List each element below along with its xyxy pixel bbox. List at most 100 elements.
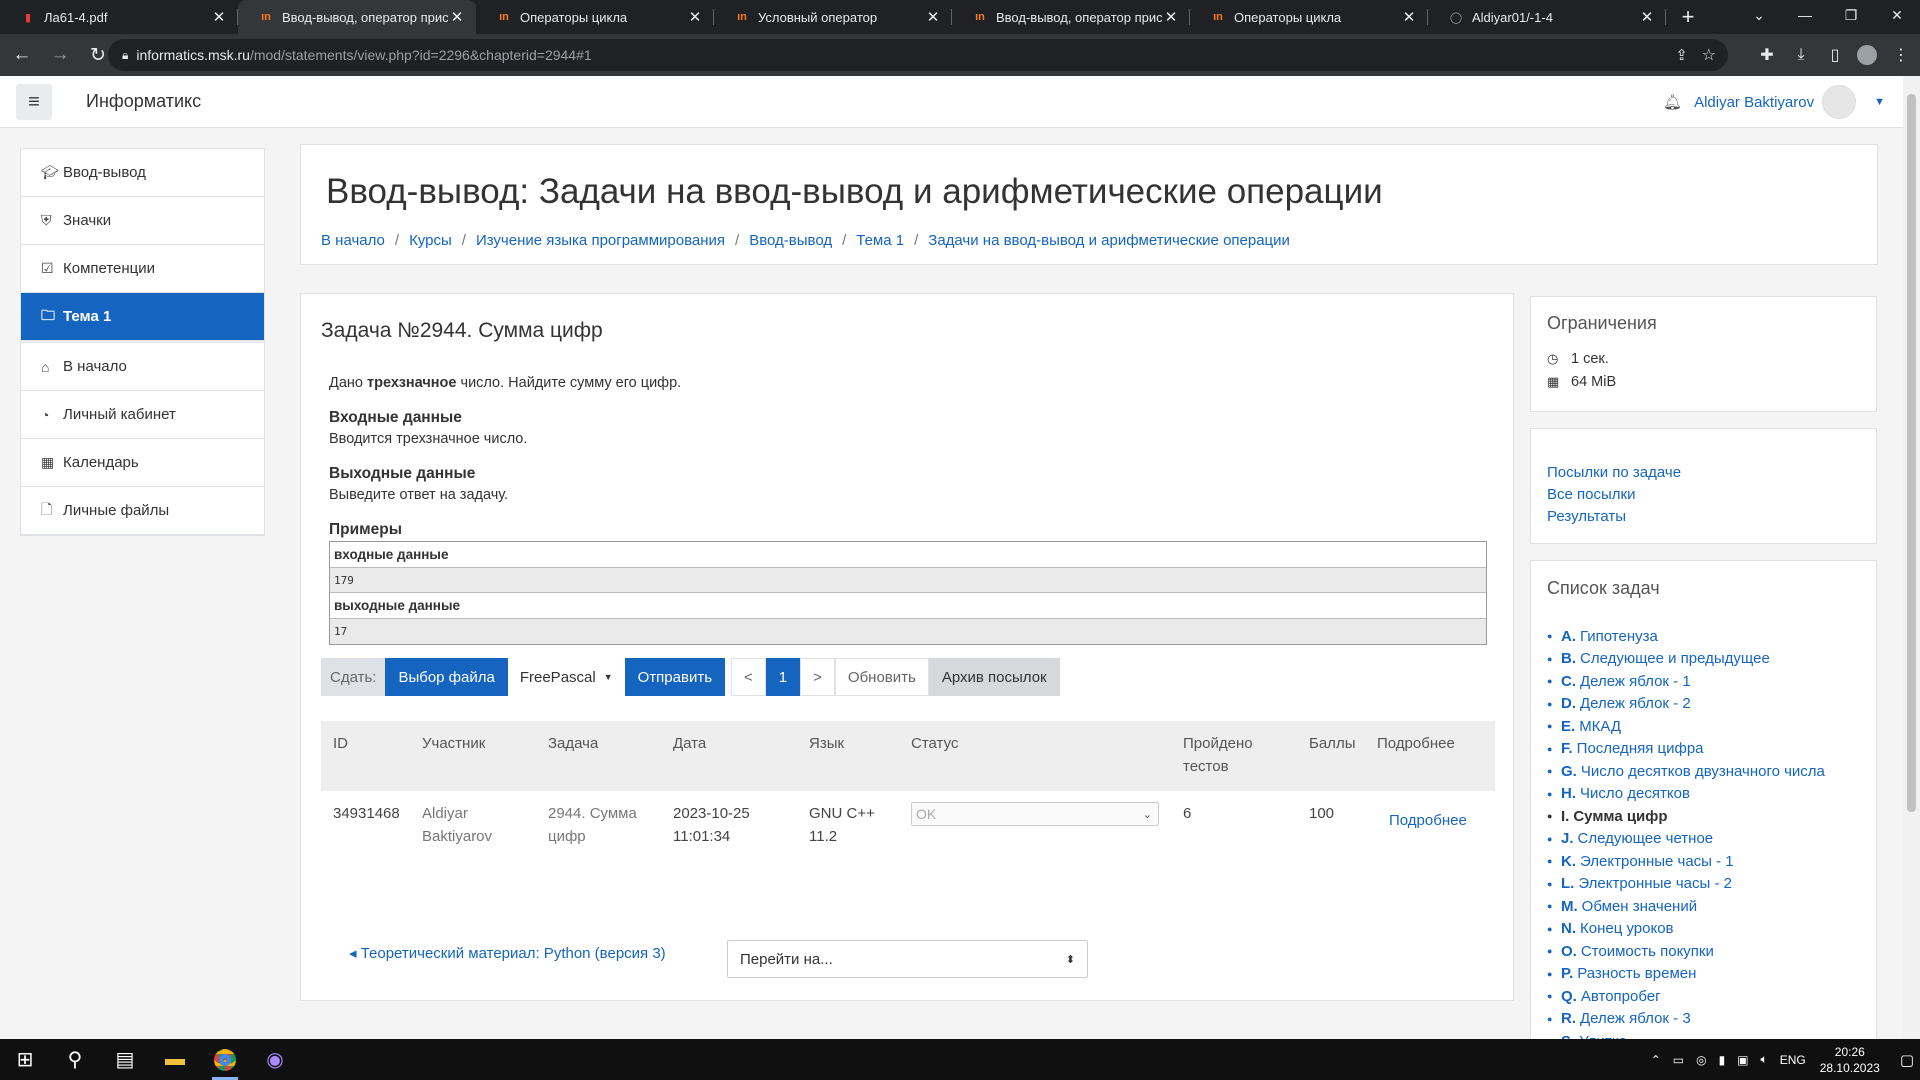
nav-item[interactable]: ☑ Компетенции <box>21 245 264 293</box>
prev-page-button[interactable]: < <box>731 658 766 696</box>
choose-file-button[interactable]: Выбор файла <box>385 658 508 696</box>
task-list-item[interactable]: ● J. Следующее четное <box>1547 828 1825 851</box>
task-list-item[interactable]: ● B. Следующее и предыдущее <box>1547 648 1825 671</box>
volume-icon[interactable]: 🔈︎ <box>1761 1052 1768 1067</box>
search-icon[interactable]: ⚲ <box>50 1039 100 1080</box>
nav-item[interactable]: 🎓︎ Ввод-вывод <box>21 149 264 197</box>
task-list-item[interactable]: ● D. Дележ яблок - 2 <box>1547 693 1825 716</box>
input-language[interactable]: ENG <box>1780 1053 1806 1067</box>
refresh-button[interactable]: Обновить <box>834 658 929 696</box>
user-name[interactable]: Aldiyar Baktiyarov <box>1694 94 1814 111</box>
share-icon[interactable]: ⇪ <box>1675 46 1688 64</box>
breadcrumb-link[interactable]: Ввод-вывод <box>749 232 832 249</box>
file-explorer-icon[interactable]: ▬ <box>150 1039 200 1080</box>
send-button[interactable]: Отправить <box>624 658 726 696</box>
scrollbar-thumb[interactable] <box>1907 94 1916 812</box>
task-list-item[interactable]: ● M. Обмен значений <box>1547 895 1825 918</box>
store-icon[interactable]: ▤ <box>100 1039 150 1080</box>
close-tab-icon[interactable]: ✕ <box>210 8 228 26</box>
link-all-submissions[interactable]: Все посылки <box>1547 486 1635 503</box>
task-list-item[interactable]: ● H. Число десятков <box>1547 783 1825 806</box>
breadcrumb-link[interactable]: Задачи на ввод-вывод и арифметические оп… <box>928 232 1290 249</box>
profile-avatar[interactable] <box>1852 40 1882 70</box>
lock-icon[interactable]: 🔒︎ <box>122 48 128 63</box>
site-brand[interactable]: Информатикс <box>86 91 201 112</box>
task-list-item[interactable]: ● I. Сумма цифр <box>1547 805 1825 828</box>
display-icon[interactable]: ▭ <box>1673 1053 1684 1067</box>
archive-button[interactable]: Архив посылок <box>928 658 1060 696</box>
browser-tab[interactable]: ◯ Aldiyar01/-1-4 ✕ <box>1428 0 1666 34</box>
breadcrumb-link[interactable]: В начало <box>321 232 385 249</box>
link-results[interactable]: Результаты <box>1547 508 1626 525</box>
close-tab-icon[interactable]: ✕ <box>924 8 942 26</box>
task-list-item[interactable]: ● K. Электронные часы - 1 <box>1547 850 1825 873</box>
close-tab-icon[interactable]: ✕ <box>448 8 466 26</box>
forward-button[interactable]: → <box>44 39 76 71</box>
tab-search-icon[interactable]: ⌄ <box>1736 0 1782 30</box>
network-icon[interactable]: ▣ <box>1737 1053 1748 1067</box>
download-icon[interactable]: ⤓ <box>1786 40 1816 70</box>
minimize-button[interactable]: — <box>1782 0 1828 30</box>
close-tab-icon[interactable]: ✕ <box>1162 8 1180 26</box>
side-panel-icon[interactable]: ▯ <box>1820 40 1850 70</box>
nav-item[interactable]: ⌂ В начало <box>21 343 264 391</box>
notification-icon[interactable]: ▢ <box>1900 1051 1914 1069</box>
address-bar[interactable]: 🔒︎ informatics.msk.ru/mod/statements/vie… <box>108 39 1728 71</box>
new-tab-button[interactable]: + <box>1672 3 1704 31</box>
browser-tab[interactable]: ın Условный оператор ✕ <box>714 0 952 34</box>
close-tab-icon[interactable]: ✕ <box>1400 8 1418 26</box>
breadcrumb-link[interactable]: Курсы <box>409 232 452 249</box>
page-scrollbar[interactable] <box>1903 76 1920 1039</box>
browser-tab[interactable]: ın Ввод-вывод, оператор присва ✕ <box>238 0 476 34</box>
hamburger-menu-button[interactable]: ≡ <box>16 84 52 120</box>
nav-item[interactable]: 🗋 Личные файлы <box>21 487 264 535</box>
nav-item[interactable]: ▦ Календарь <box>21 439 264 487</box>
restore-button[interactable]: ❐ <box>1828 0 1874 30</box>
windows-start-icon[interactable]: ⊞ <box>0 1039 50 1080</box>
back-button[interactable]: ← <box>6 39 38 71</box>
chrome-icon[interactable] <box>200 1039 250 1080</box>
task-list-item[interactable]: ● C. Дележ яблок - 1 <box>1547 670 1825 693</box>
status-select[interactable]: OK ⌄ <box>911 802 1159 826</box>
task-list-item[interactable]: ● Q. Автопробег <box>1547 985 1825 1008</box>
nav-item[interactable]: ⛨ Значки <box>21 197 264 245</box>
browser-tab[interactable]: ın Ввод-вывод, оператор присва ✕ <box>952 0 1190 34</box>
task-list-item[interactable]: ● F. Последняя цифра <box>1547 738 1825 761</box>
link-problem-submissions[interactable]: Посылки по задаче <box>1547 464 1681 481</box>
next-page-button[interactable]: > <box>800 658 835 696</box>
avatar[interactable] <box>1822 85 1857 119</box>
task-list-item[interactable]: ● O. Стоимость покупки <box>1547 940 1825 963</box>
close-tab-icon[interactable]: ✕ <box>686 8 704 26</box>
task-list-item[interactable]: ● G. Число десятков двузначного числа <box>1547 760 1825 783</box>
browser-tab[interactable]: ın Операторы цикла ✕ <box>1190 0 1428 34</box>
clock[interactable]: 20:26 28.10.2023 <box>1820 1044 1880 1076</box>
jump-to-select[interactable]: Перейти на... ⬍ <box>727 940 1088 978</box>
details-link[interactable]: Подробнее <box>1389 809 1467 832</box>
browser-tab[interactable]: ın Операторы цикла ✕ <box>476 0 714 34</box>
github-desktop-icon[interactable]: ◉ <box>250 1039 300 1080</box>
prev-activity-link[interactable]: ◂ Теоретический материал: Python (версия… <box>349 944 666 962</box>
extensions-icon[interactable]: ✚ <box>1752 40 1782 70</box>
task-list-item[interactable]: ● P. Разность времен <box>1547 963 1825 986</box>
close-window-button[interactable]: ✕ <box>1874 0 1920 30</box>
nav-item[interactable]: 🗀 Тема 1 <box>21 293 264 341</box>
task-list-item[interactable]: ● L. Электронные часы - 2 <box>1547 873 1825 896</box>
task-list-item[interactable]: ● N. Конец уроков <box>1547 918 1825 941</box>
language-select[interactable]: FreePascal ▼ <box>507 658 625 696</box>
chrome-tray-icon[interactable]: ◎ <box>1696 1053 1706 1067</box>
page-1-button[interactable]: 1 <box>765 658 801 696</box>
nav-item[interactable]: ◔ Личный кабинет <box>21 391 264 439</box>
browser-tab[interactable]: ▮ Ла61-4.pdf ✕ <box>0 0 238 34</box>
bookmark-star-icon[interactable]: ☆ <box>1702 45 1716 65</box>
menu-icon[interactable]: ⋮ <box>1886 40 1916 70</box>
breadcrumb-link[interactable]: Изучение языка программирования <box>476 232 725 249</box>
chevron-down-icon[interactable]: ▼ <box>1874 96 1885 108</box>
task-list-item[interactable]: ● A. Гипотенуза <box>1547 625 1825 648</box>
task-list-item[interactable]: ● E. МКАД <box>1547 715 1825 738</box>
battery-icon[interactable]: ▮ <box>1719 1053 1726 1067</box>
breadcrumb-link[interactable]: Тема 1 <box>856 232 904 249</box>
chevron-up-icon[interactable]: ⌃ <box>1651 1053 1661 1067</box>
bell-icon[interactable]: 🔔︎ <box>1663 93 1682 111</box>
user-menu[interactable]: 🔔︎ Aldiyar Baktiyarov ▼ <box>1663 84 1885 120</box>
close-tab-icon[interactable]: ✕ <box>1638 8 1656 26</box>
